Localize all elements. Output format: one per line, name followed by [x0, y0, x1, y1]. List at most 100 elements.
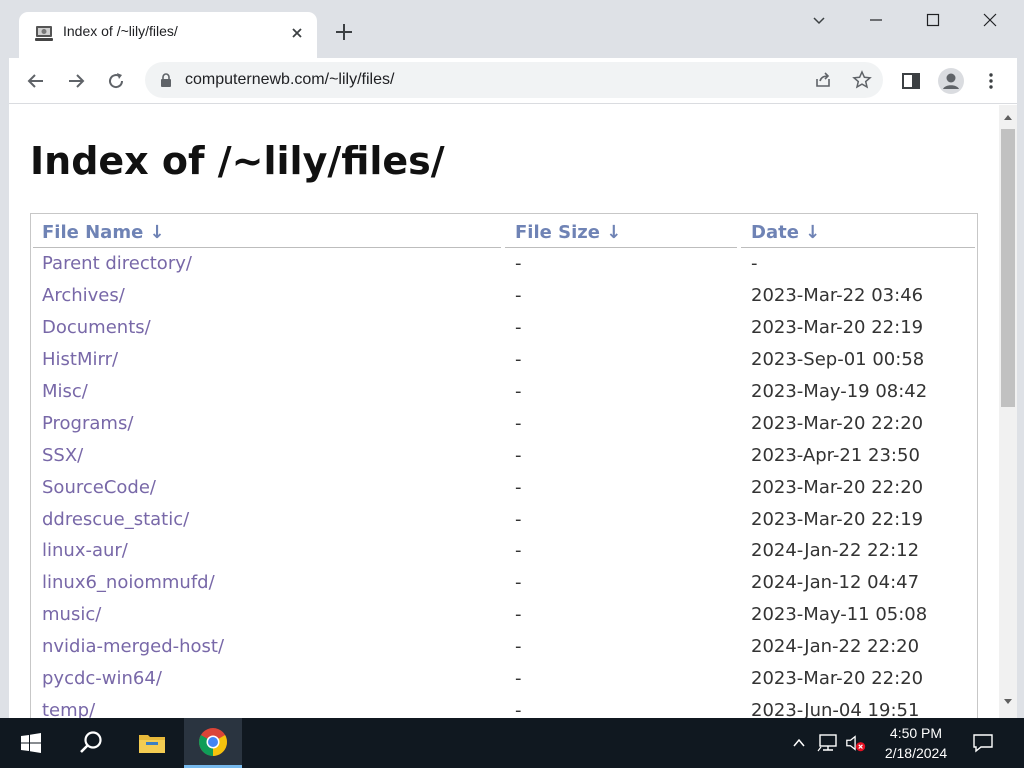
url-text[interactable]: computernewb.com/~lily/files/ — [185, 71, 394, 89]
maximize-icon — [926, 13, 940, 27]
side-panel-button[interactable] — [897, 67, 925, 95]
profile-button[interactable] — [937, 67, 965, 95]
network-button[interactable] — [817, 732, 839, 754]
file-link[interactable]: Parent directory/ — [42, 253, 192, 274]
tab-search-button[interactable] — [796, 6, 842, 34]
table-row: linux-aur/ - 2024-Jan-22 22:12 — [31, 536, 977, 568]
maximize-button[interactable] — [910, 6, 956, 34]
scroll-up-button[interactable] — [999, 108, 1017, 126]
reload-button[interactable] — [102, 67, 130, 95]
site-favicon-icon — [35, 26, 53, 41]
file-size: - — [515, 477, 522, 498]
forward-button[interactable] — [62, 67, 90, 95]
folder-icon — [139, 735, 165, 753]
search-button[interactable] — [62, 718, 120, 768]
menu-button[interactable] — [977, 67, 1005, 95]
address-bar[interactable]: computernewb.com/~lily/files/ — [145, 62, 883, 98]
file-explorer-button[interactable] — [123, 718, 181, 768]
table-row: Programs/ - 2023-Mar-20 22:20 — [31, 409, 977, 441]
scrollbar-thumb[interactable] — [1001, 129, 1015, 407]
tab-close-icon[interactable] — [287, 23, 307, 43]
lock-icon[interactable] — [159, 72, 173, 88]
column-header-file-size[interactable]: File Size ↓ — [515, 222, 621, 243]
header-divider — [505, 247, 737, 248]
windows-logo-icon — [21, 733, 41, 753]
file-date: 2023-Mar-20 22:19 — [751, 509, 924, 530]
scroll-down-button[interactable] — [999, 693, 1017, 711]
notifications-button[interactable] — [972, 732, 994, 754]
page-viewport: Index of /~lily/files/ File Name ↓ File … — [9, 105, 999, 718]
file-link[interactable]: music/ — [42, 604, 101, 625]
file-date: 2023-Jun-04 19:51 — [751, 700, 920, 718]
window-frame-left — [0, 0, 9, 718]
chevron-down-icon — [813, 17, 825, 25]
back-button[interactable] — [22, 67, 50, 95]
vertical-scrollbar[interactable] — [999, 105, 1017, 718]
file-link[interactable]: Archives/ — [42, 285, 125, 306]
file-date: 2023-Mar-20 22:20 — [751, 477, 924, 498]
minimize-button[interactable] — [853, 6, 899, 34]
file-size: - — [515, 349, 522, 370]
table-row: SSX/ - 2023-Apr-21 23:50 — [31, 441, 977, 473]
file-size: - — [515, 285, 522, 306]
file-link[interactable]: Programs/ — [42, 413, 133, 434]
file-date: 2023-Mar-20 22:20 — [751, 668, 924, 689]
file-date: - — [751, 253, 758, 274]
window-frame-right — [1017, 0, 1024, 718]
file-date: 2023-May-19 08:42 — [751, 381, 928, 402]
file-date: 2023-Sep-01 00:58 — [751, 349, 925, 370]
taskbar-clock[interactable]: 4:50 PM 2/18/2024 — [872, 723, 960, 763]
close-window-button[interactable] — [967, 6, 1013, 34]
browser-toolbar: computernewb.com/~lily/files/ — [9, 58, 1017, 104]
chevron-up-icon — [793, 738, 805, 747]
file-size: - — [515, 413, 522, 434]
file-link[interactable]: Misc/ — [42, 381, 88, 402]
notification-icon — [973, 734, 993, 753]
file-link[interactable]: pycdc-win64/ — [42, 668, 162, 689]
table-row: Documents/ - 2023-Mar-20 22:19 — [31, 313, 977, 345]
search-icon — [80, 731, 102, 753]
arrow-right-icon — [69, 74, 85, 88]
bookmark-button[interactable] — [850, 68, 874, 92]
show-hidden-icons-button[interactable] — [788, 732, 810, 754]
table-row: linux6_noiommufd/ - 2024-Jan-12 04:47 — [31, 568, 977, 600]
triangle-up-icon — [1004, 115, 1012, 120]
side-panel-icon — [902, 73, 920, 89]
file-date: 2023-Mar-20 22:20 — [751, 413, 924, 434]
network-icon — [817, 734, 837, 752]
file-size: - — [515, 636, 522, 657]
active-tab[interactable]: Index of /~lily/files/ — [19, 12, 317, 58]
file-link[interactable]: temp/ — [42, 700, 95, 718]
new-tab-icon[interactable] — [330, 18, 358, 46]
file-link[interactable]: HistMirr/ — [42, 349, 118, 370]
file-size: - — [515, 572, 522, 593]
file-link[interactable]: SourceCode/ — [42, 477, 156, 498]
table-row: temp/ - 2023-Jun-04 19:51 — [31, 696, 977, 718]
file-size: - — [515, 700, 522, 718]
column-header-date[interactable]: Date ↓ — [751, 222, 820, 243]
file-link[interactable]: linux6_noiommufd/ — [42, 572, 215, 593]
table-row: music/ - 2023-May-11 05:08 — [31, 600, 977, 632]
file-link[interactable]: linux-aur/ — [42, 540, 128, 561]
star-icon — [852, 70, 872, 89]
clock-date: 2/18/2024 — [884, 745, 948, 761]
chrome-taskbar-button[interactable] — [184, 718, 242, 768]
table-row: HistMirr/ - 2023-Sep-01 00:58 — [31, 345, 977, 377]
start-button[interactable] — [2, 718, 60, 768]
file-link[interactable]: SSX/ — [42, 445, 83, 466]
file-link[interactable]: ddrescue_static/ — [42, 509, 189, 530]
file-size: - — [515, 509, 522, 530]
table-row: pycdc-win64/ - 2023-Mar-20 22:20 — [31, 664, 977, 696]
table-row: ddrescue_static/ - 2023-Mar-20 22:19 — [31, 505, 977, 537]
share-button[interactable] — [811, 68, 835, 92]
more-vert-icon — [989, 73, 993, 89]
file-size: - — [515, 253, 522, 274]
file-link[interactable]: Documents/ — [42, 317, 151, 338]
column-header-file-name[interactable]: File Name ↓ — [42, 222, 165, 243]
table-row: nvidia-merged-host/ - 2024-Jan-22 22:20 — [31, 632, 977, 664]
reload-icon — [109, 73, 124, 89]
file-link[interactable]: nvidia-merged-host/ — [42, 636, 224, 657]
header-divider — [33, 247, 501, 248]
minimize-icon — [870, 19, 882, 21]
volume-button[interactable] — [845, 732, 867, 754]
